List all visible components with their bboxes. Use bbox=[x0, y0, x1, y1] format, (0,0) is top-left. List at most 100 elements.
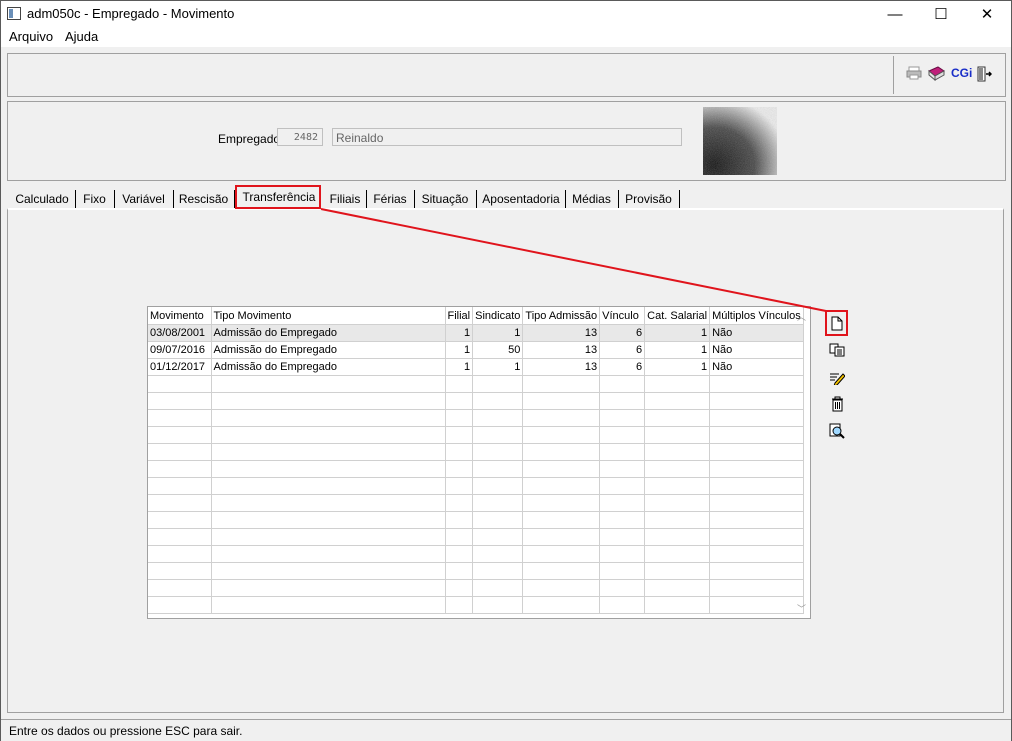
table-cell[interactable] bbox=[211, 494, 446, 512]
table-cell[interactable]: 13 bbox=[522, 358, 601, 376]
column-header-vinculo[interactable]: Vínculo bbox=[599, 307, 646, 325]
table-cell[interactable] bbox=[709, 528, 805, 546]
table-cell[interactable] bbox=[599, 409, 646, 427]
table-cell[interactable] bbox=[148, 375, 212, 393]
tab-provisao[interactable]: Provisão bbox=[619, 187, 678, 209]
table-cell[interactable] bbox=[644, 460, 711, 478]
table-cell[interactable] bbox=[599, 511, 646, 529]
table-cell[interactable] bbox=[211, 545, 446, 563]
table-cell[interactable]: Não bbox=[709, 324, 805, 342]
tab-filiais[interactable]: Filiais bbox=[325, 187, 365, 209]
exit-icon[interactable] bbox=[976, 66, 993, 82]
table-cell[interactable] bbox=[148, 511, 212, 529]
table-cell[interactable] bbox=[211, 443, 446, 461]
table-row[interactable] bbox=[148, 375, 805, 393]
table-row[interactable]: 01/12/2017 Admissão do Empregado 1 1 13 6 1 Não bbox=[148, 358, 805, 376]
table-cell[interactable] bbox=[522, 426, 601, 444]
copy-button[interactable] bbox=[827, 340, 847, 360]
table-cell[interactable] bbox=[472, 579, 524, 597]
table-cell[interactable] bbox=[148, 426, 212, 444]
tab-ferias[interactable]: Férias bbox=[367, 187, 413, 209]
table-cell[interactable]: 1 bbox=[445, 341, 474, 359]
table-cell[interactable] bbox=[644, 409, 711, 427]
table-cell[interactable] bbox=[211, 426, 446, 444]
table-cell[interactable]: 6 bbox=[599, 358, 646, 376]
table-cell[interactable] bbox=[148, 596, 212, 614]
table-cell[interactable]: 01/12/2017 bbox=[148, 358, 212, 376]
table-cell[interactable] bbox=[445, 460, 474, 478]
table-cell[interactable] bbox=[445, 494, 474, 512]
cgi-icon[interactable]: CGi bbox=[951, 66, 972, 82]
table-cell[interactable] bbox=[709, 596, 805, 614]
tab-situacao[interactable]: Situação bbox=[415, 187, 475, 209]
table-cell[interactable] bbox=[148, 579, 212, 597]
table-cell[interactable] bbox=[709, 511, 805, 529]
table-cell[interactable] bbox=[599, 375, 646, 393]
table-cell[interactable] bbox=[522, 545, 601, 563]
table-row[interactable] bbox=[148, 511, 805, 529]
grid-scrollbar[interactable]: ︿ ﹀ bbox=[794, 306, 810, 619]
table-cell[interactable]: 6 bbox=[599, 341, 646, 359]
edit-button[interactable] bbox=[827, 367, 847, 387]
table-cell[interactable] bbox=[148, 545, 212, 563]
table-cell[interactable] bbox=[644, 511, 711, 529]
tab-variavel[interactable]: Variável bbox=[115, 187, 172, 209]
table-cell[interactable] bbox=[644, 375, 711, 393]
menu-ajuda[interactable]: Ajuda bbox=[65, 29, 98, 44]
table-cell[interactable] bbox=[445, 392, 474, 410]
table-cell[interactable] bbox=[445, 528, 474, 546]
table-cell[interactable] bbox=[445, 426, 474, 444]
table-cell[interactable] bbox=[709, 494, 805, 512]
table-cell[interactable] bbox=[148, 409, 212, 427]
table-cell[interactable] bbox=[522, 477, 601, 495]
table-cell[interactable] bbox=[599, 545, 646, 563]
table-cell[interactable] bbox=[599, 443, 646, 461]
tab-aposentadoria[interactable]: Aposentadoria bbox=[477, 187, 565, 209]
column-header-cat-salarial[interactable]: Cat. Salarial bbox=[644, 307, 711, 325]
table-cell[interactable]: 13 bbox=[522, 341, 601, 359]
table-cell[interactable] bbox=[211, 511, 446, 529]
table-cell[interactable] bbox=[211, 375, 446, 393]
column-header-movimento[interactable]: Movimento bbox=[148, 307, 212, 325]
movement-grid[interactable]: Movimento Tipo Movimento Filial Sindicat… bbox=[147, 306, 811, 619]
table-cell[interactable]: Não bbox=[709, 358, 805, 376]
table-cell[interactable] bbox=[211, 528, 446, 546]
table-cell[interactable]: Admissão do Empregado bbox=[211, 358, 446, 376]
column-header-filial[interactable]: Filial bbox=[445, 307, 474, 325]
table-cell[interactable] bbox=[445, 477, 474, 495]
table-cell[interactable] bbox=[599, 596, 646, 614]
scroll-up-icon[interactable]: ︿ bbox=[797, 310, 806, 323]
tab-medias[interactable]: Médias bbox=[566, 187, 617, 209]
table-cell[interactable] bbox=[709, 426, 805, 444]
table-cell[interactable] bbox=[644, 426, 711, 444]
table-cell[interactable] bbox=[472, 409, 524, 427]
table-cell[interactable] bbox=[472, 494, 524, 512]
table-cell[interactable] bbox=[709, 375, 805, 393]
table-cell[interactable] bbox=[599, 562, 646, 580]
table-cell[interactable] bbox=[644, 528, 711, 546]
table-row[interactable]: 09/07/2016 Admissão do Empregado 1 50 13 6 1 Nã… bbox=[148, 341, 805, 359]
table-cell[interactable] bbox=[472, 443, 524, 461]
table-cell[interactable] bbox=[148, 392, 212, 410]
book-icon[interactable] bbox=[928, 66, 945, 82]
table-cell[interactable] bbox=[709, 392, 805, 410]
table-cell[interactable] bbox=[211, 477, 446, 495]
table-cell[interactable] bbox=[148, 528, 212, 546]
table-cell[interactable] bbox=[644, 494, 711, 512]
table-cell[interactable] bbox=[644, 579, 711, 597]
table-cell[interactable] bbox=[445, 511, 474, 529]
table-cell[interactable] bbox=[522, 494, 601, 512]
table-cell[interactable] bbox=[644, 596, 711, 614]
column-header-tipo-admissao[interactable]: Tipo Admissão bbox=[522, 307, 601, 325]
table-row[interactable] bbox=[148, 562, 805, 580]
table-cell[interactable] bbox=[522, 579, 601, 597]
table-cell[interactable] bbox=[709, 562, 805, 580]
table-cell[interactable] bbox=[599, 460, 646, 478]
table-cell[interactable] bbox=[522, 443, 601, 461]
table-cell[interactable] bbox=[472, 392, 524, 410]
table-cell[interactable]: 13 bbox=[522, 324, 601, 342]
table-cell[interactable] bbox=[211, 409, 446, 427]
table-cell[interactable] bbox=[472, 562, 524, 580]
table-cell[interactable] bbox=[522, 375, 601, 393]
table-cell[interactable] bbox=[472, 375, 524, 393]
